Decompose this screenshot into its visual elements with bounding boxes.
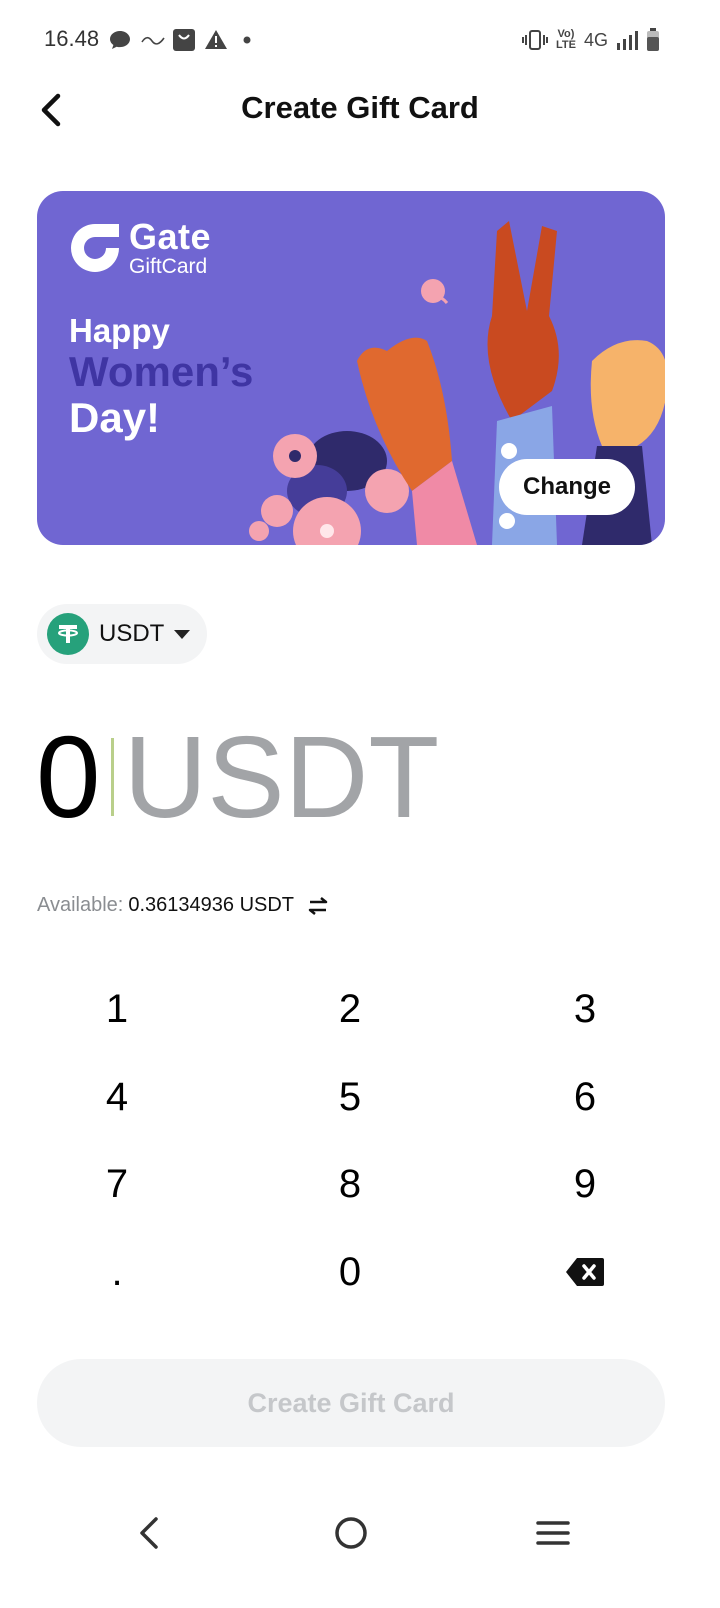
key-3[interactable]: 3 [505, 969, 665, 1049]
amount-value: 0 [36, 712, 101, 842]
system-nav-bar [0, 1490, 720, 1570]
vibrate-icon [521, 30, 548, 50]
key-0[interactable]: 0 [270, 1232, 430, 1312]
key-2[interactable]: 2 [270, 969, 430, 1049]
app-icon [141, 36, 165, 45]
status-time: 16.48 [44, 26, 100, 51]
key-7[interactable]: 7 [37, 1144, 197, 1224]
brand-logo: Gate GiftCard [67, 219, 211, 277]
change-design-button[interactable]: Change [499, 459, 635, 515]
key-1[interactable]: 1 [37, 969, 197, 1049]
nav-home-button[interactable] [326, 1508, 376, 1558]
amount-unit: USDT [123, 712, 440, 842]
text-cursor [110, 738, 114, 816]
page-title: Create Gift Card [241, 90, 479, 125]
amount-input[interactable]: 0 USDT [36, 712, 440, 842]
tether-icon [47, 613, 89, 655]
volte-label: Vo) LTE [556, 28, 576, 51]
gate-logo-icon [71, 224, 119, 272]
battery-icon [647, 28, 659, 51]
available-value: 0.36134936 USDT [128, 894, 295, 916]
key-6[interactable]: 6 [505, 1057, 665, 1137]
key-decimal[interactable]: . [37, 1232, 197, 1312]
backspace-key[interactable] [505, 1232, 665, 1312]
key-9[interactable]: 9 [505, 1144, 665, 1224]
gift-card-preview: Gate GiftCard Happy Women’s Day! Change [37, 191, 665, 545]
header: Create Gift Card [0, 72, 720, 148]
signal-icon [617, 31, 638, 50]
nav-home-icon [335, 1517, 367, 1549]
nav-menu-button[interactable] [528, 1508, 578, 1558]
status-right-group: Vo) LTE 4G [521, 28, 660, 52]
currency-selector[interactable]: USDT [37, 604, 207, 664]
available-balance: Available: 0.36134936 USDT [37, 894, 330, 917]
key-8[interactable]: 8 [270, 1144, 430, 1224]
dot-icon [243, 36, 251, 44]
network-label: 4G [583, 29, 608, 50]
message-icon [110, 31, 130, 49]
currency-label: USDT [99, 620, 165, 647]
warning-icon [205, 30, 227, 49]
status-bar: 16.48 Vo) LTE 4G [0, 0, 720, 80]
swap-icon[interactable] [306, 896, 330, 916]
nav-back-icon [140, 1517, 158, 1549]
key-4[interactable]: 4 [37, 1057, 197, 1137]
available-label: Available: [37, 894, 124, 916]
create-gift-card-button[interactable]: Create Gift Card [37, 1359, 665, 1447]
nav-menu-icon [536, 1521, 570, 1545]
key-5[interactable]: 5 [270, 1057, 430, 1137]
backspace-icon [566, 1258, 604, 1286]
shopping-bag-icon [173, 29, 195, 51]
nav-back-button[interactable] [124, 1508, 174, 1558]
caret-down-icon [174, 629, 191, 639]
